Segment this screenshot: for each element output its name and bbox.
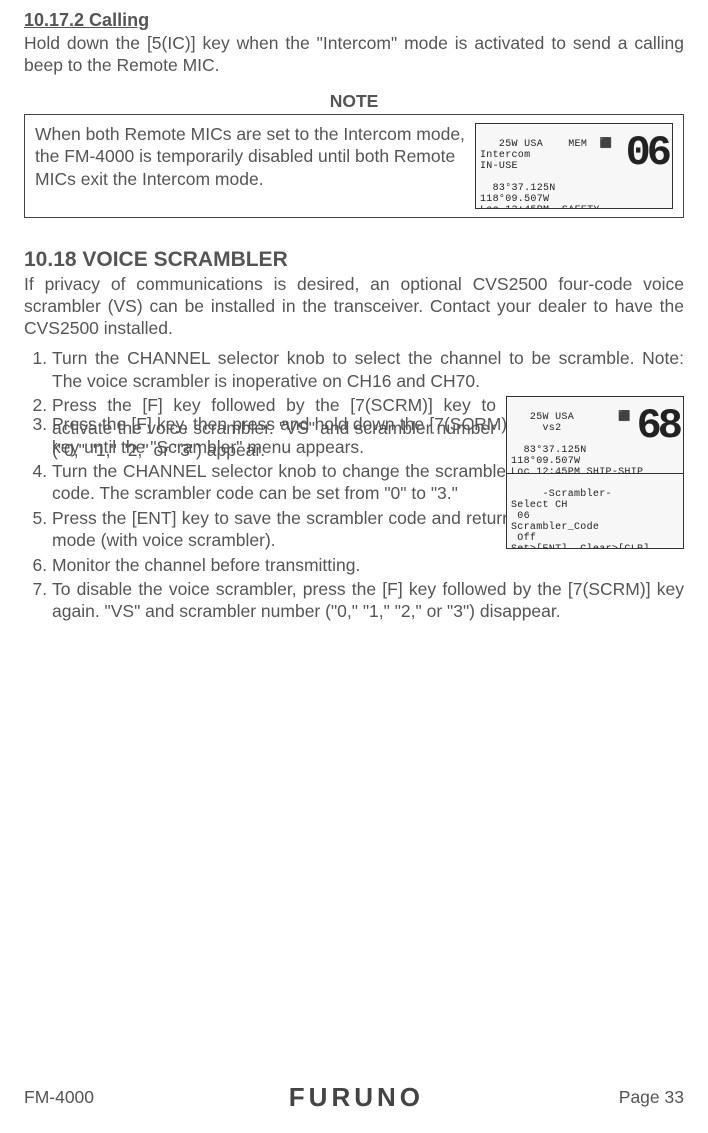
lcd-line: 25W USA MEM ⬛ — [480, 139, 612, 150]
lcd-line: 118°09.507W — [480, 194, 549, 205]
footer-page: Page 33 — [619, 1087, 684, 1108]
lcd-vs68: 25W USA ⬛ vs2 83°37.125N 118°09.507W Loc… — [506, 396, 684, 474]
lcd-intercom: 25W USA MEM ⬛ Intercom IN-USE 83°37.125N… — [475, 123, 673, 209]
footer-brand: FURUNO — [289, 1082, 424, 1113]
step-6: Monitor the channel before transmitting. — [52, 554, 684, 576]
step-4: Turn the CHANNEL selector knob to change… — [52, 460, 512, 505]
page-footer: FM-4000 FURUNO Page 33 — [0, 1082, 708, 1113]
lcd-line: Loc 12:45PM SHIP-SHIP — [511, 467, 643, 474]
steps-list: Turn the CHANNEL selector knob to select… — [24, 347, 684, 622]
section-intro: If privacy of communications is desired,… — [24, 274, 684, 340]
lcd-line: Set>[ENT], Clear>[CLR] — [511, 544, 650, 549]
lcd-channel: 68 — [637, 403, 679, 449]
subsection-heading: 10.17.2 Calling — [24, 10, 684, 31]
lcd-line: -Scrambler- — [511, 489, 612, 500]
step-7: To disable the voice scrambler, press th… — [52, 578, 684, 623]
step-1: Turn the CHANNEL selector knob to select… — [52, 347, 684, 392]
note-text: When both Remote MICs are set to the Int… — [35, 123, 467, 190]
lcd-line: 25W USA ⬛ — [511, 412, 631, 423]
lcd-line: 118°09.507W — [511, 456, 580, 467]
lcd-scrambler-menu: -Scrambler- Select CH 06 Scrambler_Code … — [506, 474, 684, 549]
lcd-line: vs2 — [511, 423, 561, 434]
note-label: NOTE — [24, 91, 684, 112]
note-box: When both Remote MICs are set to the Int… — [24, 114, 684, 218]
lcd-line: Off — [511, 533, 536, 544]
section-heading: 10.18 VOICE SCRAMBLER — [24, 248, 684, 272]
lcd-line: Select CH — [511, 500, 568, 511]
footer-model: FM-4000 — [24, 1087, 94, 1108]
lcd-line: Loc 12:45PM SAFETY — [480, 205, 600, 209]
lcd-line: 06 — [511, 511, 530, 522]
lcd-line: 83°37.125N — [480, 183, 556, 194]
lcd-line: IN-USE — [480, 161, 518, 172]
lcd-line: Intercom — [480, 150, 530, 161]
subsection-body: Hold down the [5(IC)] key when the "Inte… — [24, 33, 684, 77]
lcd-line: Scrambler_Code — [511, 522, 599, 533]
lcd-channel: 06 — [626, 130, 668, 176]
lcd-line: 83°37.125N — [511, 445, 587, 456]
